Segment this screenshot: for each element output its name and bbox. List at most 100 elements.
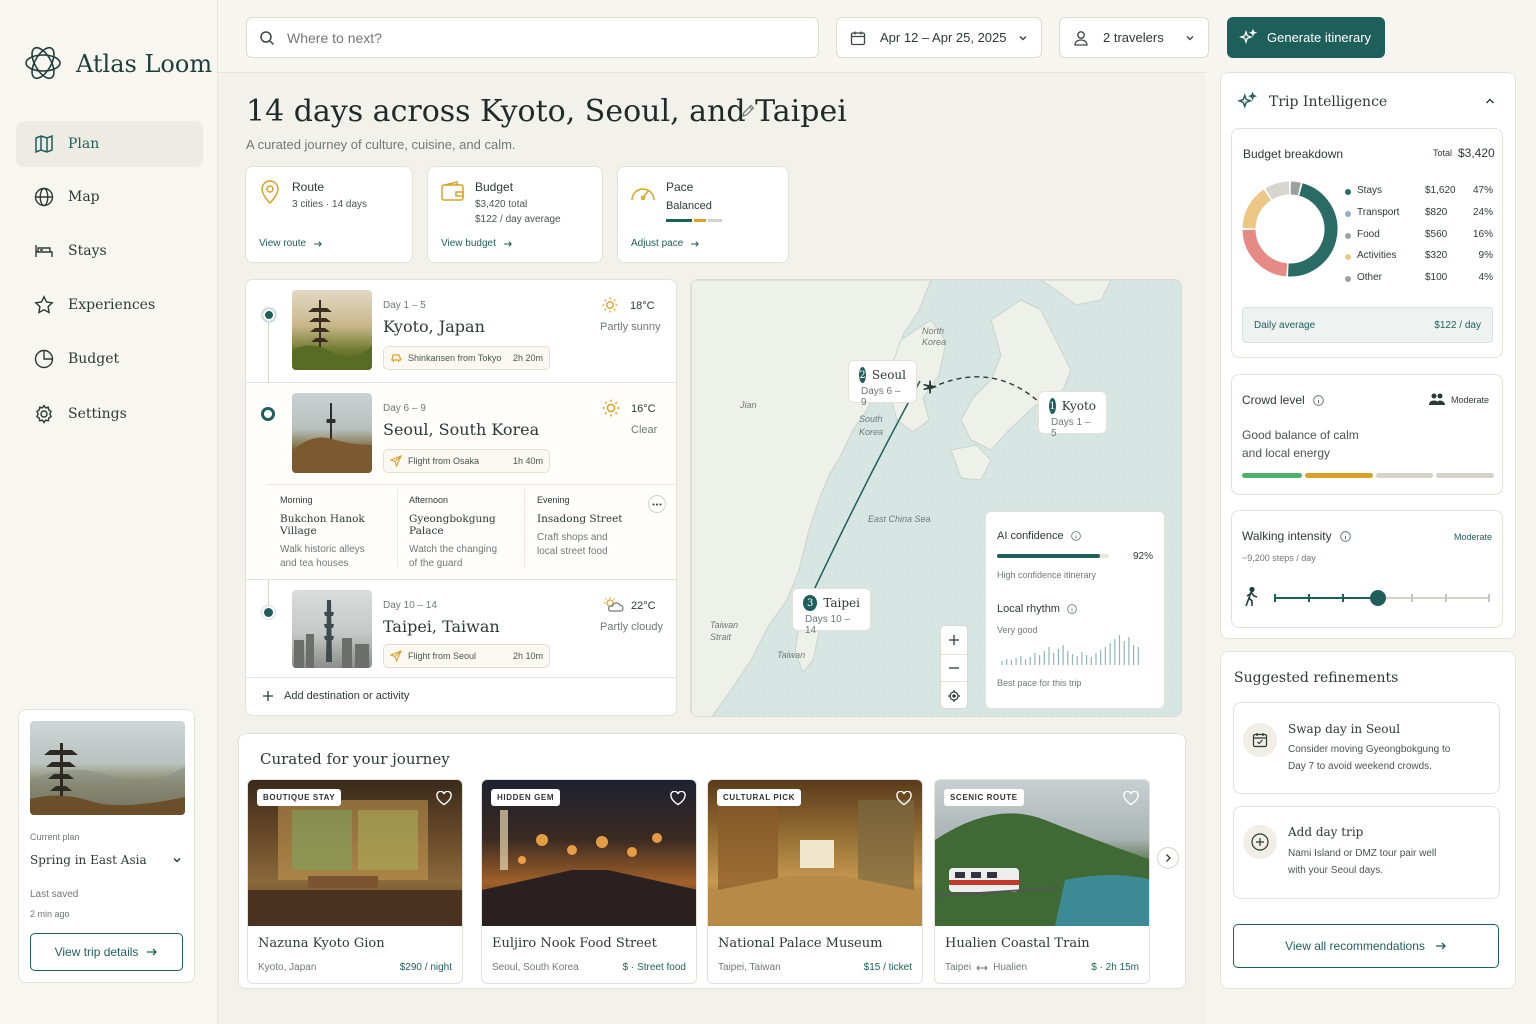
view-trip-details-button[interactable]: View trip details: [30, 933, 183, 971]
locate-button[interactable]: [941, 682, 967, 710]
generate-itinerary-button[interactable]: Generate itinerary: [1227, 17, 1385, 58]
date-picker[interactable]: Apr 12 – Apr 25, 2025: [836, 17, 1042, 58]
route-cities: 3 cities: [292, 199, 324, 210]
map-marker-seoul[interactable]: 2 Seoul Days 6 – 9: [848, 360, 917, 408]
curated-item-euljiro[interactable]: HIDDEN GEM Euljiro Nook Food Street Seou…: [481, 779, 697, 984]
search-box[interactable]: [246, 17, 819, 58]
sidebar-item-plan[interactable]: Plan: [16, 121, 203, 167]
destination-temp: 22°C: [631, 600, 656, 612]
day-plan-afternoon[interactable]: Afternoon Gyeongbokgung Palace Watch the…: [409, 495, 529, 569]
curated-item-nazuna[interactable]: BOUTIQUE STAY Nazuna Kyoto Gion Kyoto, J…: [247, 779, 463, 984]
legend-dot: [1345, 233, 1351, 239]
sidebar-item-stays[interactable]: Stays: [16, 228, 203, 274]
star-icon: [34, 295, 54, 314]
transport-mode: Flight from Seoul: [408, 651, 477, 661]
map-label-north-korea: North Korea: [922, 326, 947, 347]
refinement-add-day-trip[interactable]: Add day trip Nami Island or DMZ tour pai…: [1233, 806, 1500, 899]
arrow-right-icon: [147, 948, 158, 956]
budget-daily: $122 / day average: [475, 214, 561, 225]
view-budget-link[interactable]: View budget: [441, 238, 513, 249]
gear-icon: [35, 404, 53, 424]
map-marker-kyoto[interactable]: 1 Kyoto Days 1 – 5: [1038, 391, 1107, 439]
sidebar-item-settings[interactable]: Settings: [16, 391, 203, 437]
view-all-recommendations-button[interactable]: View all recommendations: [1233, 924, 1499, 968]
item-location: Seoul, South Korea: [492, 962, 579, 973]
info-icon[interactable]: [1067, 604, 1077, 614]
sidebar-item-label: Settings: [68, 406, 127, 422]
plane-icon: [390, 650, 402, 662]
donut-slice-activities: [1265, 181, 1290, 200]
map-marker-taipei[interactable]: 3 Taipei Days 10 – 14: [792, 588, 871, 636]
route-card: Route 3 cities · 14 days View route: [245, 166, 413, 263]
plus-icon: [949, 635, 959, 645]
more-options-button[interactable]: [648, 495, 666, 513]
walking-person-icon: [1245, 587, 1258, 607]
walking-intensity-card: Walking intensity Moderate ~9,200 steps …: [1231, 510, 1503, 628]
place-desc: Watch the changing: [409, 544, 498, 555]
heart-icon[interactable]: [896, 791, 912, 806]
route-map[interactable]: North Korea South Korea Jian East China Se…: [690, 279, 1182, 717]
timeline-dot: [261, 407, 275, 421]
pencil-icon[interactable]: [741, 104, 755, 118]
sidebar-item-label: Stays: [68, 243, 107, 259]
map-label-jian: Jian: [740, 400, 757, 410]
item-price: $ · Street food: [622, 962, 686, 973]
refinement-swap-day[interactable]: Swap day in Seoul Consider moving Gyeong…: [1233, 702, 1500, 794]
marker-city: Kyoto: [1061, 399, 1096, 413]
legend-name: Food: [1357, 229, 1380, 240]
curated-item-palace-museum[interactable]: CULTURAL PICK National Palace Museum Tai…: [707, 779, 923, 984]
walk-slider-tick: [1342, 594, 1345, 602]
legend-pct: 24%: [1472, 207, 1493, 218]
marker-city: Taipei: [823, 596, 860, 610]
destination-days: Day 6 – 9: [383, 403, 426, 414]
pace-title: Pace: [666, 180, 694, 194]
search-input[interactable]: [287, 29, 787, 46]
last-saved-value: 2 min ago: [30, 909, 70, 919]
day-plan-morning[interactable]: Morning Bukchon Hanok Village Walk histo…: [280, 495, 400, 569]
carousel-next-button[interactable]: [1157, 847, 1179, 869]
zoom-in-button[interactable]: [941, 626, 967, 654]
heart-icon[interactable]: [670, 791, 686, 806]
sidebar-item-map[interactable]: Map: [16, 174, 203, 220]
bed-icon: [35, 245, 53, 257]
destination-seoul[interactable]: Day 6 – 9 Seoul, South Korea 16°C Clear …: [246, 382, 676, 580]
gauge-icon: [631, 188, 655, 201]
heart-icon[interactable]: [1123, 791, 1139, 806]
view-route-link[interactable]: View route: [259, 238, 323, 249]
chevron-up-icon[interactable]: [1485, 97, 1495, 105]
destination-taipei[interactable]: Day 10 – 14 Taipei, Taiwan 22°C Partly c…: [246, 580, 676, 678]
view-all-label: View all recommendations: [1285, 939, 1425, 953]
walk-slider-knob[interactable]: [1369, 590, 1386, 606]
place-desc: local street food: [537, 546, 608, 557]
legend-pct: 9%: [1478, 250, 1493, 261]
sidebar-item-experiences[interactable]: Experiences: [16, 282, 203, 328]
transport-pill[interactable]: Flight from Seoul 2h 10m: [383, 644, 550, 668]
item-name: Nazuna Kyoto Gion: [258, 936, 385, 951]
daily-average-row: Daily average $122 / day: [1242, 307, 1493, 343]
heart-icon[interactable]: [436, 791, 452, 806]
zoom-out-button[interactable]: [941, 654, 967, 682]
curated-item-hualien-train[interactable]: SCENIC ROUTE Hualien Coastal Train Taipe…: [934, 779, 1150, 984]
curated-title: Curated for your journey: [260, 750, 450, 768]
add-destination-button[interactable]: Add destination or activity: [263, 690, 409, 702]
chevron-down-icon[interactable]: [172, 855, 182, 865]
info-icon[interactable]: [1070, 531, 1081, 541]
travelers-select[interactable]: 2 travelers: [1059, 17, 1209, 58]
info-icon[interactable]: [1339, 530, 1351, 542]
transport-pill[interactable]: Shinkansen from Tokyo 2h 20m: [383, 346, 550, 370]
current-plan-name[interactable]: Spring in East Asia: [30, 853, 147, 867]
info-icon[interactable]: [1312, 394, 1324, 406]
adjust-pace-link[interactable]: Adjust pace: [631, 238, 700, 249]
sidebar-item-label: Experiences: [68, 297, 156, 313]
destination-kyoto[interactable]: Day 1 – 5 Kyoto, Japan 18°C Partly sunny…: [246, 280, 676, 382]
item-name: Euljiro Nook Food Street: [492, 936, 657, 951]
day-plan-evening[interactable]: Evening Insadong Street Craft shops and …: [537, 495, 647, 557]
legend-pct: 47%: [1472, 185, 1493, 196]
item-price: $ · 2h 15m: [1091, 962, 1139, 973]
transport-pill[interactable]: Flight from Osaka 1h 40m: [383, 449, 550, 473]
destination-name: Kyoto, Japan: [383, 317, 485, 336]
pace-card: Pace Balanced Adjust pace: [617, 166, 789, 263]
sidebar-item-budget[interactable]: Budget: [16, 336, 203, 382]
budget-legend-row: Other $100 4%: [1345, 272, 1495, 286]
date-range: Apr 12 – Apr 25, 2025: [880, 30, 1007, 45]
